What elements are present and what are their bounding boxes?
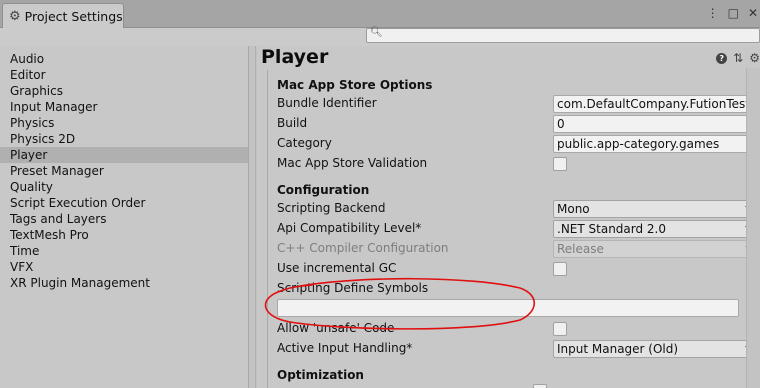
- cpp-compiler-row: C++ Compiler Configuration Release: [277, 239, 759, 259]
- section-optimization: Optimization: [277, 368, 364, 382]
- search-row: 🔍︎: [0, 27, 760, 46]
- allow-unsafe-label: Allow 'unsafe' Code: [277, 321, 395, 335]
- active-input-handling-dropdown[interactable]: Input Manager (Old): [553, 340, 759, 358]
- bundle-identifier-label: Bundle Identifier: [277, 96, 377, 110]
- api-compatibility-label: Api Compatibility Level*: [277, 221, 422, 235]
- api-compatibility-value: .NET Standard 2.0: [557, 222, 667, 236]
- category-row: Category public.app-category.games: [277, 134, 759, 154]
- header-icons: ? ⇅ ⚙: [716, 52, 760, 64]
- panel-splitter[interactable]: [250, 46, 256, 388]
- gear-icon: ⚙: [9, 8, 21, 24]
- sidebar-item-textmesh-pro[interactable]: TextMesh Pro: [0, 227, 248, 243]
- incremental-gc-checkbox[interactable]: [553, 262, 567, 276]
- build-label: Build: [277, 116, 308, 130]
- scripting-backend-value: Mono: [557, 202, 590, 216]
- sidebar-item-audio[interactable]: Audio: [0, 51, 248, 67]
- page-title: Player: [261, 46, 329, 68]
- incremental-gc-row: Use incremental GC: [277, 259, 739, 279]
- vertical-scrollbar[interactable]: [746, 68, 760, 388]
- scripting-backend-label: Scripting Backend: [277, 201, 386, 215]
- preset-sliders-icon[interactable]: ⇅: [733, 52, 743, 64]
- settings-gear-icon[interactable]: ⚙: [749, 52, 760, 64]
- scripting-backend-dropdown[interactable]: Mono: [553, 200, 759, 218]
- search-input[interactable]: 🔍︎: [366, 27, 760, 43]
- incremental-gc-label: Use incremental GC: [277, 261, 397, 275]
- sidebar-item-preset-manager[interactable]: Preset Manager: [0, 163, 248, 179]
- tab-title: Project Settings: [24, 8, 123, 24]
- sidebar-item-vfx[interactable]: VFX: [0, 259, 248, 275]
- api-compatibility-dropdown[interactable]: .NET Standard 2.0: [553, 220, 759, 238]
- bundle-identifier-row: Bundle Identifier com.DefaultCompany.Fut…: [277, 94, 759, 114]
- scripting-define-symbols-label: Scripting Define Symbols: [277, 281, 429, 295]
- cpp-compiler-value: Release: [557, 242, 604, 256]
- mac-app-store-validation-label: Mac App Store Validation: [277, 156, 428, 170]
- allow-unsafe-checkbox[interactable]: [553, 322, 567, 336]
- section-mac-app-store: Mac App Store Options: [277, 78, 433, 92]
- project-settings-tab[interactable]: ⚙ Project Settings: [2, 3, 124, 28]
- mac-app-store-validation-checkbox[interactable]: [553, 157, 567, 171]
- category-field[interactable]: public.app-category.games: [553, 135, 759, 153]
- category-label: Category: [277, 136, 332, 150]
- allow-unsafe-row: Allow 'unsafe' Code: [277, 319, 739, 339]
- sidebar-item-physics-2d[interactable]: Physics 2D: [0, 131, 248, 147]
- sidebar-item-script-execution-order[interactable]: Script Execution Order: [0, 195, 248, 211]
- close-icon[interactable]: ✕: [748, 6, 758, 20]
- active-input-handling-value: Input Manager (Old): [557, 342, 679, 356]
- section-configuration: Configuration: [277, 183, 370, 197]
- player-settings-panel: Player ? ⇅ ⚙ Mac App Store Options Bundl…: [257, 46, 760, 388]
- scripting-define-symbols-row: Scripting Define Symbols: [277, 279, 739, 299]
- search-icon: 🔍︎: [370, 27, 383, 38]
- cpp-compiler-label: C++ Compiler Configuration: [277, 241, 449, 255]
- title-bar: ⚙ Project Settings ⋮ □ ✕: [0, 0, 760, 28]
- scripting-define-symbols-field[interactable]: [277, 299, 739, 317]
- active-input-handling-label: Active Input Handling*: [277, 341, 413, 355]
- build-row: Build 0: [277, 114, 759, 134]
- window-actions: ⋮ □ ✕: [707, 6, 758, 20]
- maximize-icon[interactable]: □: [728, 6, 739, 20]
- sidebar-item-player[interactable]: Player: [0, 147, 248, 163]
- sidebar-item-physics[interactable]: Physics: [0, 115, 248, 131]
- mac-app-store-validation-row: Mac App Store Validation: [277, 154, 739, 174]
- sidebar-item-editor[interactable]: Editor: [0, 67, 248, 83]
- more-options-icon[interactable]: ⋮: [707, 6, 719, 20]
- cpp-compiler-dropdown: Release: [553, 240, 759, 258]
- sidebar-item-tags-and-layers[interactable]: Tags and Layers: [0, 211, 248, 227]
- build-field[interactable]: 0: [553, 115, 759, 133]
- sidebar-item-input-manager[interactable]: Input Manager: [0, 99, 248, 115]
- bundle-identifier-field[interactable]: com.DefaultCompany.FutionTest: [553, 95, 759, 113]
- optimization-checkbox[interactable]: [533, 384, 547, 388]
- settings-sidebar: Audio Editor Graphics Input Manager Phys…: [0, 46, 249, 388]
- active-input-handling-row: Active Input Handling* Input Manager (Ol…: [277, 339, 759, 359]
- sidebar-item-xr-plugin-management[interactable]: XR Plugin Management: [0, 275, 248, 291]
- help-icon[interactable]: ?: [716, 52, 728, 64]
- sidebar-item-graphics[interactable]: Graphics: [0, 83, 248, 99]
- sidebar-item-quality[interactable]: Quality: [0, 179, 248, 195]
- api-compatibility-row: Api Compatibility Level* .NET Standard 2…: [277, 219, 759, 239]
- sidebar-item-time[interactable]: Time: [0, 243, 248, 259]
- scripting-backend-row: Scripting Backend Mono: [277, 199, 759, 219]
